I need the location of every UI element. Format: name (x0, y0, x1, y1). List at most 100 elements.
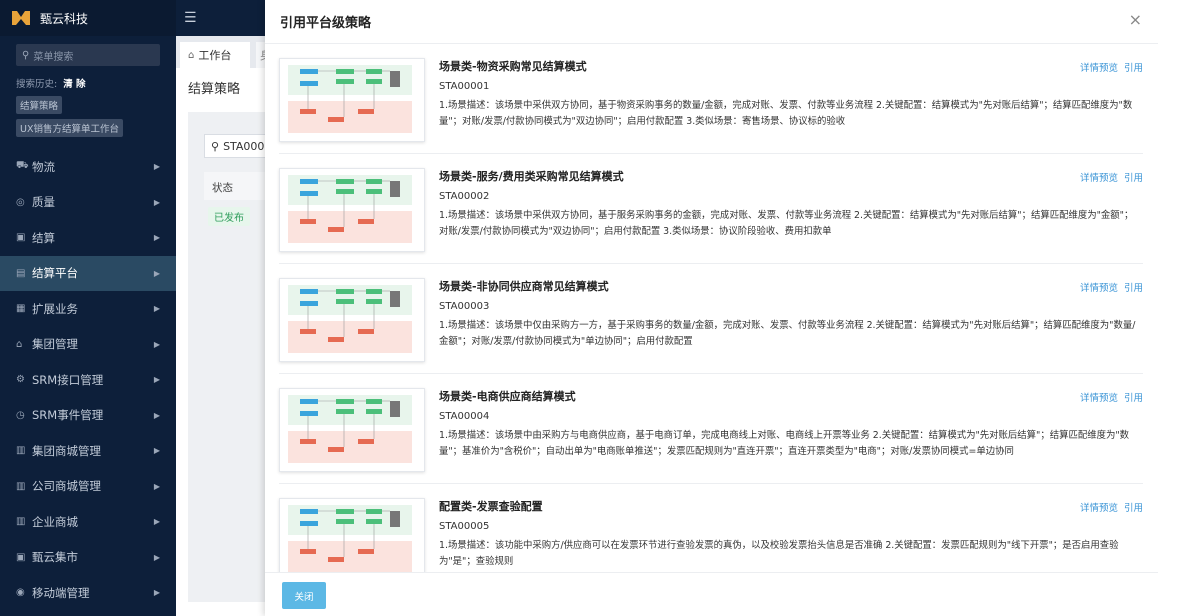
sidebar-item-label: 结算 (32, 230, 55, 245)
history-tag[interactable]: UX销售方结算单工作台 (16, 119, 123, 137)
flow-diagram-thumbnail (288, 285, 412, 353)
sidebar-item[interactable]: ⛟ 物流 ▶ (0, 149, 176, 185)
strategy-thumbnail[interactable] (279, 278, 425, 362)
detail-preview-link[interactable]: 详情预览 (1080, 173, 1118, 184)
extend-icon: ▦ (16, 303, 26, 315)
detail-preview-link[interactable]: 详情预览 (1080, 63, 1118, 74)
strategy-actions: 详情预览 引用 (1074, 280, 1143, 294)
flow-diagram-thumbnail (288, 65, 412, 133)
strategy-content: 配置类-发票查验配置 STA00005 1.场景描述：该功能中采购方/供应商可以在发… (439, 498, 1139, 570)
sidebar-item[interactable]: ▣ 结算 ▶ (0, 220, 176, 256)
strategy-code: STA00005 (439, 521, 490, 532)
strategy-actions: 详情预览 引用 (1074, 60, 1143, 74)
strategy-code: STA00002 (439, 191, 490, 202)
strategy-actions: 详情预览 引用 (1074, 390, 1143, 404)
company-mall-icon: ▥ (16, 480, 26, 492)
strategy-name: 场景类-服务/费用类采购常见结算模式 (439, 170, 624, 183)
brand[interactable]: 甄云科技 (0, 0, 176, 36)
close-button[interactable]: 关闭 (282, 582, 326, 609)
history-clear-button[interactable]: 清 除 (63, 76, 85, 90)
expand-arrow-icon: ▶ (153, 233, 160, 243)
detail-preview-link[interactable]: 详情预览 (1080, 503, 1118, 514)
sidebar-item-label: 企业商城 (32, 514, 78, 529)
sidebar-item[interactable]: ◷ SRM事件管理 ▶ (0, 398, 176, 434)
sidebar-item-label: 集团商城管理 (32, 443, 101, 458)
sidebar-item[interactable]: ▥ 公司商城管理 ▶ (0, 469, 176, 505)
sidebar-item-label: 质量 (32, 195, 55, 210)
menu-toggle-icon[interactable]: ☰ (184, 10, 197, 26)
sidebar-item[interactable]: ◉ 移动端管理 ▶ (0, 575, 176, 611)
sidebar-item[interactable]: ▥ 企业商城 ▶ (0, 504, 176, 540)
home-icon: ⌂ (188, 49, 195, 61)
enterprise-mall-icon: ▥ (16, 516, 26, 528)
expand-arrow-icon: ▶ (153, 197, 160, 207)
expand-arrow-icon: ▶ (153, 588, 160, 598)
close-icon[interactable]: × (1129, 12, 1142, 28)
strategy-item: 场景类-服务/费用类采购常见结算模式 STA00002 1.场景描述：该场景中采供双… (279, 156, 1143, 264)
strategy-thumbnail[interactable] (279, 168, 425, 252)
quality-icon: ◎ (16, 196, 25, 208)
expand-arrow-icon: ▶ (153, 375, 160, 385)
sidebar-item[interactable]: ▣ 甄云集市 ▶ (0, 540, 176, 576)
sidebar-menu: ⛟ 物流 ▶ ◎ 质量 ▶ ▣ 结算 ▶ ▤ 结算平台 ▶ ▦ 扩展业务 ▶ ⌂ 集团管理 ▶ ⚙ SRM接口管理 ▶ ◷… (0, 149, 176, 611)
strategy-item: 场景类-电商供应商结算模式 STA00004 1.场景描述：该场景中由采购方与电商供… (279, 376, 1143, 484)
strategy-name: 场景类-电商供应商结算模式 (439, 390, 576, 403)
strategy-code: STA00004 (439, 411, 490, 422)
flow-diagram-thumbnail (288, 395, 412, 463)
strategy-content: 场景类-电商供应商结算模式 STA00004 1.场景描述：该场景中由采购方与电商供… (439, 388, 1139, 460)
sidebar-item-label: 结算平台 (32, 266, 78, 281)
strategy-thumbnail[interactable] (279, 388, 425, 472)
menu-search-placeholder: 菜单搜索 (33, 51, 74, 63)
sidebar-item-label: 集团管理 (32, 337, 78, 352)
cite-link[interactable]: 引用 (1124, 283, 1143, 294)
platform-icon: ▤ (16, 267, 26, 279)
sidebar-item-label: 扩展业务 (32, 301, 78, 316)
search-icon: ⚲ (22, 49, 30, 61)
tab-workbench[interactable]: ⌂ 工作台 (180, 42, 250, 68)
sidebar-item[interactable]: ▥ 集团商城管理 ▶ (0, 433, 176, 469)
truck-icon: ⛟ (16, 160, 29, 172)
detail-preview-link[interactable]: 详情预览 (1080, 283, 1118, 294)
sidebar-item[interactable]: ⌂ 集团管理 ▶ (0, 327, 176, 363)
strategy-description: 1.场景描述：该功能中采购方/供应商可以在发票环节进行查验发票的真伪，以及校验发… (439, 540, 1119, 567)
expand-arrow-icon: ▶ (153, 481, 160, 491)
strategy-actions: 详情预览 引用 (1074, 500, 1143, 514)
expand-arrow-icon: ▶ (153, 268, 160, 278)
menu-search-input[interactable]: ⚲ 菜单搜索 (16, 44, 160, 66)
strategy-thumbnail[interactable] (279, 498, 425, 572)
sidebar-item-label: 移动端管理 (32, 585, 90, 600)
strategy-name: 场景类-非协同供应商常见结算模式 (439, 280, 609, 293)
drawer-footer: 关闭 (265, 572, 1158, 616)
cite-link[interactable]: 引用 (1124, 503, 1143, 514)
sidebar-item[interactable]: ▤ 结算平台 ▶ (0, 255, 176, 291)
strategy-description: 1.场景描述：该场景中由采购方与电商供应商，基于电商订单，完成电商线上对账、电商… (439, 430, 1130, 457)
strategy-description: 1.场景描述：该场景中采供双方协同，基于物资采购事务的数量/金额，完成对账、发票… (439, 100, 1133, 127)
sidebar-item[interactable]: ▦ 扩展业务 ▶ (0, 291, 176, 327)
sidebar-item[interactable]: ◎ 质量 ▶ (0, 185, 176, 221)
expand-arrow-icon: ▶ (153, 162, 160, 172)
strategy-content: 场景类-非协同供应商常见结算模式 STA00003 1.场景描述：该场景中仅由采购方… (439, 278, 1139, 350)
sidebar-item[interactable]: ⚙ SRM接口管理 ▶ (0, 362, 176, 398)
right-margin (1158, 0, 1188, 616)
detail-preview-link[interactable]: 详情预览 (1080, 393, 1118, 404)
logo-icon (12, 11, 30, 25)
history-tag[interactable]: 结算策略 (16, 96, 63, 114)
strategy-item: 配置类-发票查验配置 STA00005 1.场景描述：该功能中采购方/供应商可以在发… (279, 486, 1143, 572)
drawer-title: 引用平台级策略 (280, 16, 372, 31)
tab-workbench-label: 工作台 (198, 49, 232, 62)
cite-link[interactable]: 引用 (1124, 63, 1143, 74)
mall-icon: ▥ (16, 445, 26, 457)
expand-arrow-icon: ▶ (153, 552, 160, 562)
strategy-thumbnail[interactable] (279, 58, 425, 142)
strategy-actions: 详情预览 引用 (1074, 170, 1143, 184)
strategy-description: 1.场景描述：该场景中仅由采购方一方，基于采购事务的数量/金额，完成对账、发票、… (439, 320, 1136, 347)
sidebar-item-label: SRM接口管理 (32, 372, 104, 387)
cite-link[interactable]: 引用 (1124, 173, 1143, 184)
strategy-item: 场景类-非协同供应商常见结算模式 STA00003 1.场景描述：该场景中仅由采购方… (279, 266, 1143, 374)
strategy-name: 配置类-发票查验配置 (439, 500, 543, 513)
expand-arrow-icon: ▶ (153, 304, 160, 314)
interface-icon: ⚙ (16, 374, 25, 386)
strategy-list: 场景类-物资采购常见结算模式 STA00001 1.场景描述：该场景中采供双方协同，… (265, 44, 1158, 572)
sidebar-item-label: 公司商城管理 (32, 479, 101, 494)
cite-link[interactable]: 引用 (1124, 393, 1143, 404)
